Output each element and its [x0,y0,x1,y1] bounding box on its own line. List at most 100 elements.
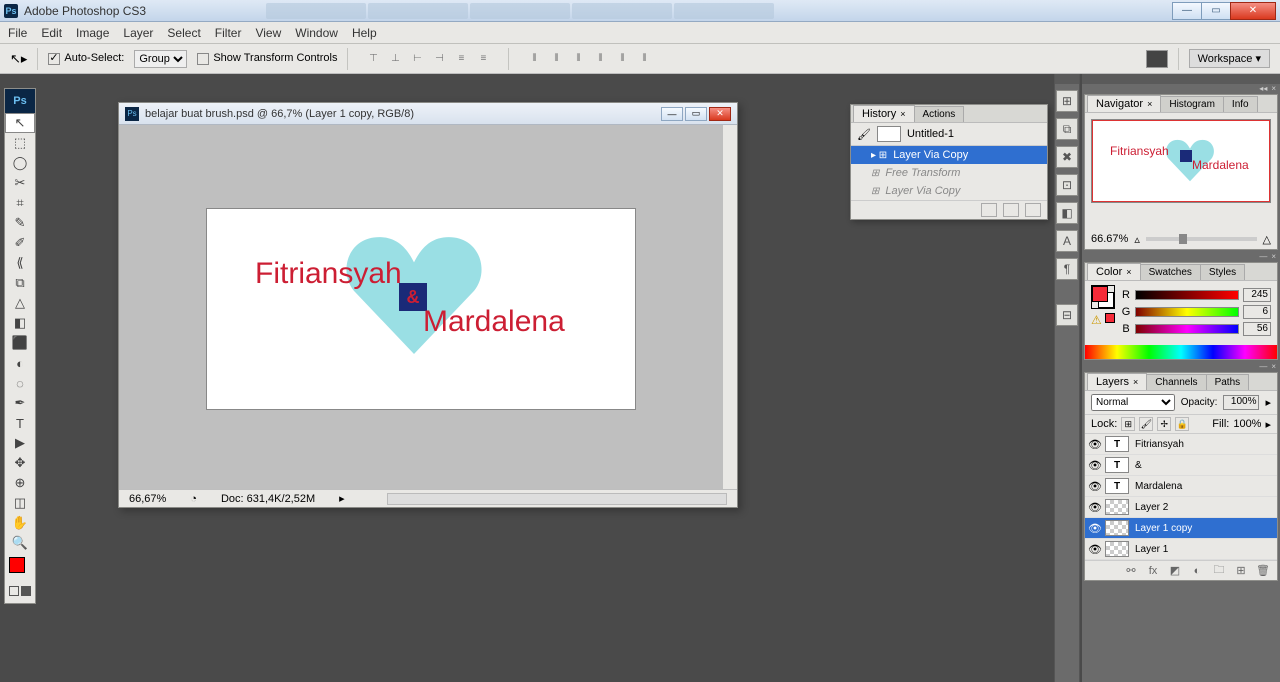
taskbar-tab[interactable] [470,3,570,19]
layer-row[interactable]: 👁T& [1085,455,1277,476]
slice-tool[interactable]: ✎ [5,213,35,233]
delete-state-button[interactable] [1025,203,1041,217]
lock-pixels-icon[interactable]: 🖌 [1139,417,1153,431]
lock-position-icon[interactable]: ✢ [1157,417,1171,431]
tab-channels[interactable]: Channels [1146,374,1206,390]
gradient-tool[interactable]: ⬛ [5,333,35,353]
tab-histogram[interactable]: Histogram [1160,96,1224,112]
menu-view[interactable]: View [255,26,281,40]
blur-tool[interactable]: ◐ [5,353,35,373]
dock-tool-presets-icon[interactable]: ✖ [1056,146,1078,168]
maximize-button[interactable]: ▭ [1201,2,1231,20]
b-value[interactable]: 56 [1243,322,1271,336]
align-icon[interactable]: ⊢ [408,50,426,68]
zoom-slider[interactable] [1146,237,1257,241]
r-value[interactable]: 245 [1243,288,1271,302]
collapse-icon[interactable]: — [1259,362,1267,370]
new-group-icon[interactable]: 🗀 [1211,564,1227,578]
tab-layers[interactable]: Layers× [1087,373,1147,390]
color-swatch-fgbg[interactable] [1091,285,1115,309]
color-swatch[interactable] [5,553,35,579]
align-icon[interactable]: ⊤ [364,50,382,68]
fill-input[interactable]: 100% [1233,418,1261,430]
eraser-tool[interactable]: ◧ [5,313,35,333]
crop-tool[interactable]: ⌗ [5,193,35,213]
history-row[interactable]: ▸ ⊞ Layer Via Copy [851,146,1047,164]
shape-tool[interactable]: ✥ [5,453,35,473]
tab-history[interactable]: History× [853,105,915,122]
opacity-input[interactable]: 100% [1223,395,1259,410]
align-icon[interactable]: ⊣ [430,50,448,68]
visibility-icon[interactable]: 👁 [1085,501,1105,514]
align-icon[interactable]: ⊥ [386,50,404,68]
marquee-tool[interactable]: ⬚ [5,133,35,153]
delete-layer-icon[interactable]: 🗑 [1255,564,1271,578]
history-brush-tool[interactable]: △ [5,293,35,313]
taskbar-tab[interactable] [266,3,366,19]
statusbar-arrow-icon[interactable]: ▸ [339,492,345,505]
distribute-icon[interactable]: ⫴ [547,50,565,68]
brush-tool[interactable]: ⟪ [5,253,35,273]
taskbar-tab[interactable] [368,3,468,19]
layer-row[interactable]: 👁Layer 1 [1085,539,1277,560]
new-snapshot-button[interactable] [1003,203,1019,217]
menu-select[interactable]: Select [167,26,200,40]
distribute-icon[interactable]: ⫴ [613,50,631,68]
layer-row[interactable]: 👁Layer 2 [1085,497,1277,518]
menu-help[interactable]: Help [352,26,377,40]
layer-row[interactable]: 👁TFitriansyah [1085,434,1277,455]
color-ramp[interactable] [1085,345,1277,359]
move-tool-icon[interactable]: ↖▸ [10,51,27,67]
go-to-bridge-button[interactable] [1146,50,1168,68]
layer-style-icon[interactable]: fx [1145,564,1161,578]
canvas[interactable]: Fitriansyah & Mardalena [207,209,635,409]
visibility-icon[interactable]: 👁 [1085,459,1105,472]
zoom-out-icon[interactable]: ▵ [1134,233,1140,246]
menu-file[interactable]: File [8,26,27,40]
adjustment-layer-icon[interactable]: ◐ [1189,564,1205,578]
fill-arrow-icon[interactable]: ▸ [1265,418,1271,431]
eyedropper-tool[interactable]: ◫ [5,493,35,513]
doc-close-button[interactable]: ✕ [709,107,731,121]
collapse-icon[interactable]: — [1259,252,1267,260]
canvas-area[interactable]: Fitriansyah & Mardalena [119,125,737,489]
tab-swatches[interactable]: Swatches [1140,264,1201,280]
lasso-tool[interactable]: ◯ [5,153,35,173]
quickmask-toggle[interactable] [5,579,35,603]
visibility-icon[interactable]: 👁 [1085,543,1105,556]
workspace-dropdown[interactable]: Workspace ▾ [1189,49,1270,68]
hand-tool[interactable]: ✋ [5,513,35,533]
menu-image[interactable]: Image [76,26,109,40]
tab-styles[interactable]: Styles [1200,264,1245,280]
menu-filter[interactable]: Filter [215,26,242,40]
g-value[interactable]: 6 [1243,305,1271,319]
dock-layer-comps-icon[interactable]: ⊡ [1056,174,1078,196]
visibility-icon[interactable]: 👁 [1085,522,1105,535]
document-titlebar[interactable]: Ps belajar buat brush.psd @ 66,7% (Layer… [119,103,737,125]
menu-edit[interactable]: Edit [41,26,62,40]
link-layers-icon[interactable]: ⚯ [1123,564,1139,578]
r-slider[interactable] [1135,290,1239,300]
visibility-icon[interactable]: 👁 [1085,480,1105,493]
auto-select-checkbox[interactable]: Auto-Select: [48,52,124,64]
dodge-tool[interactable]: ◌ [5,373,35,393]
distribute-icon[interactable]: ⫴ [591,50,609,68]
align-icon[interactable]: ≡ [452,50,470,68]
tab-color[interactable]: Color× [1087,263,1141,280]
new-doc-from-state-button[interactable] [981,203,997,217]
type-tool[interactable]: T [5,413,35,433]
zoom-tool[interactable]: 🔍 [5,533,35,553]
gamut-warning-icon[interactable]: ⚠ [1091,313,1103,325]
auto-select-dropdown[interactable]: Group [134,50,187,68]
navigator-preview[interactable]: Fitriansyah Mardalena [1091,119,1271,203]
move-tool[interactable]: ↖ [5,113,35,133]
collapse-icon[interactable]: ◂◂ [1259,84,1267,92]
lock-transparency-icon[interactable]: ⊞ [1121,417,1135,431]
distribute-icon[interactable]: ⫴ [525,50,543,68]
new-layer-icon[interactable]: ⊞ [1233,564,1249,578]
zoom-level[interactable]: 66,67% [129,493,166,505]
path-select-tool[interactable]: ▶ [5,433,35,453]
menu-window[interactable]: Window [295,26,338,40]
tab-info[interactable]: Info [1223,96,1258,112]
tab-actions[interactable]: Actions [914,106,965,122]
